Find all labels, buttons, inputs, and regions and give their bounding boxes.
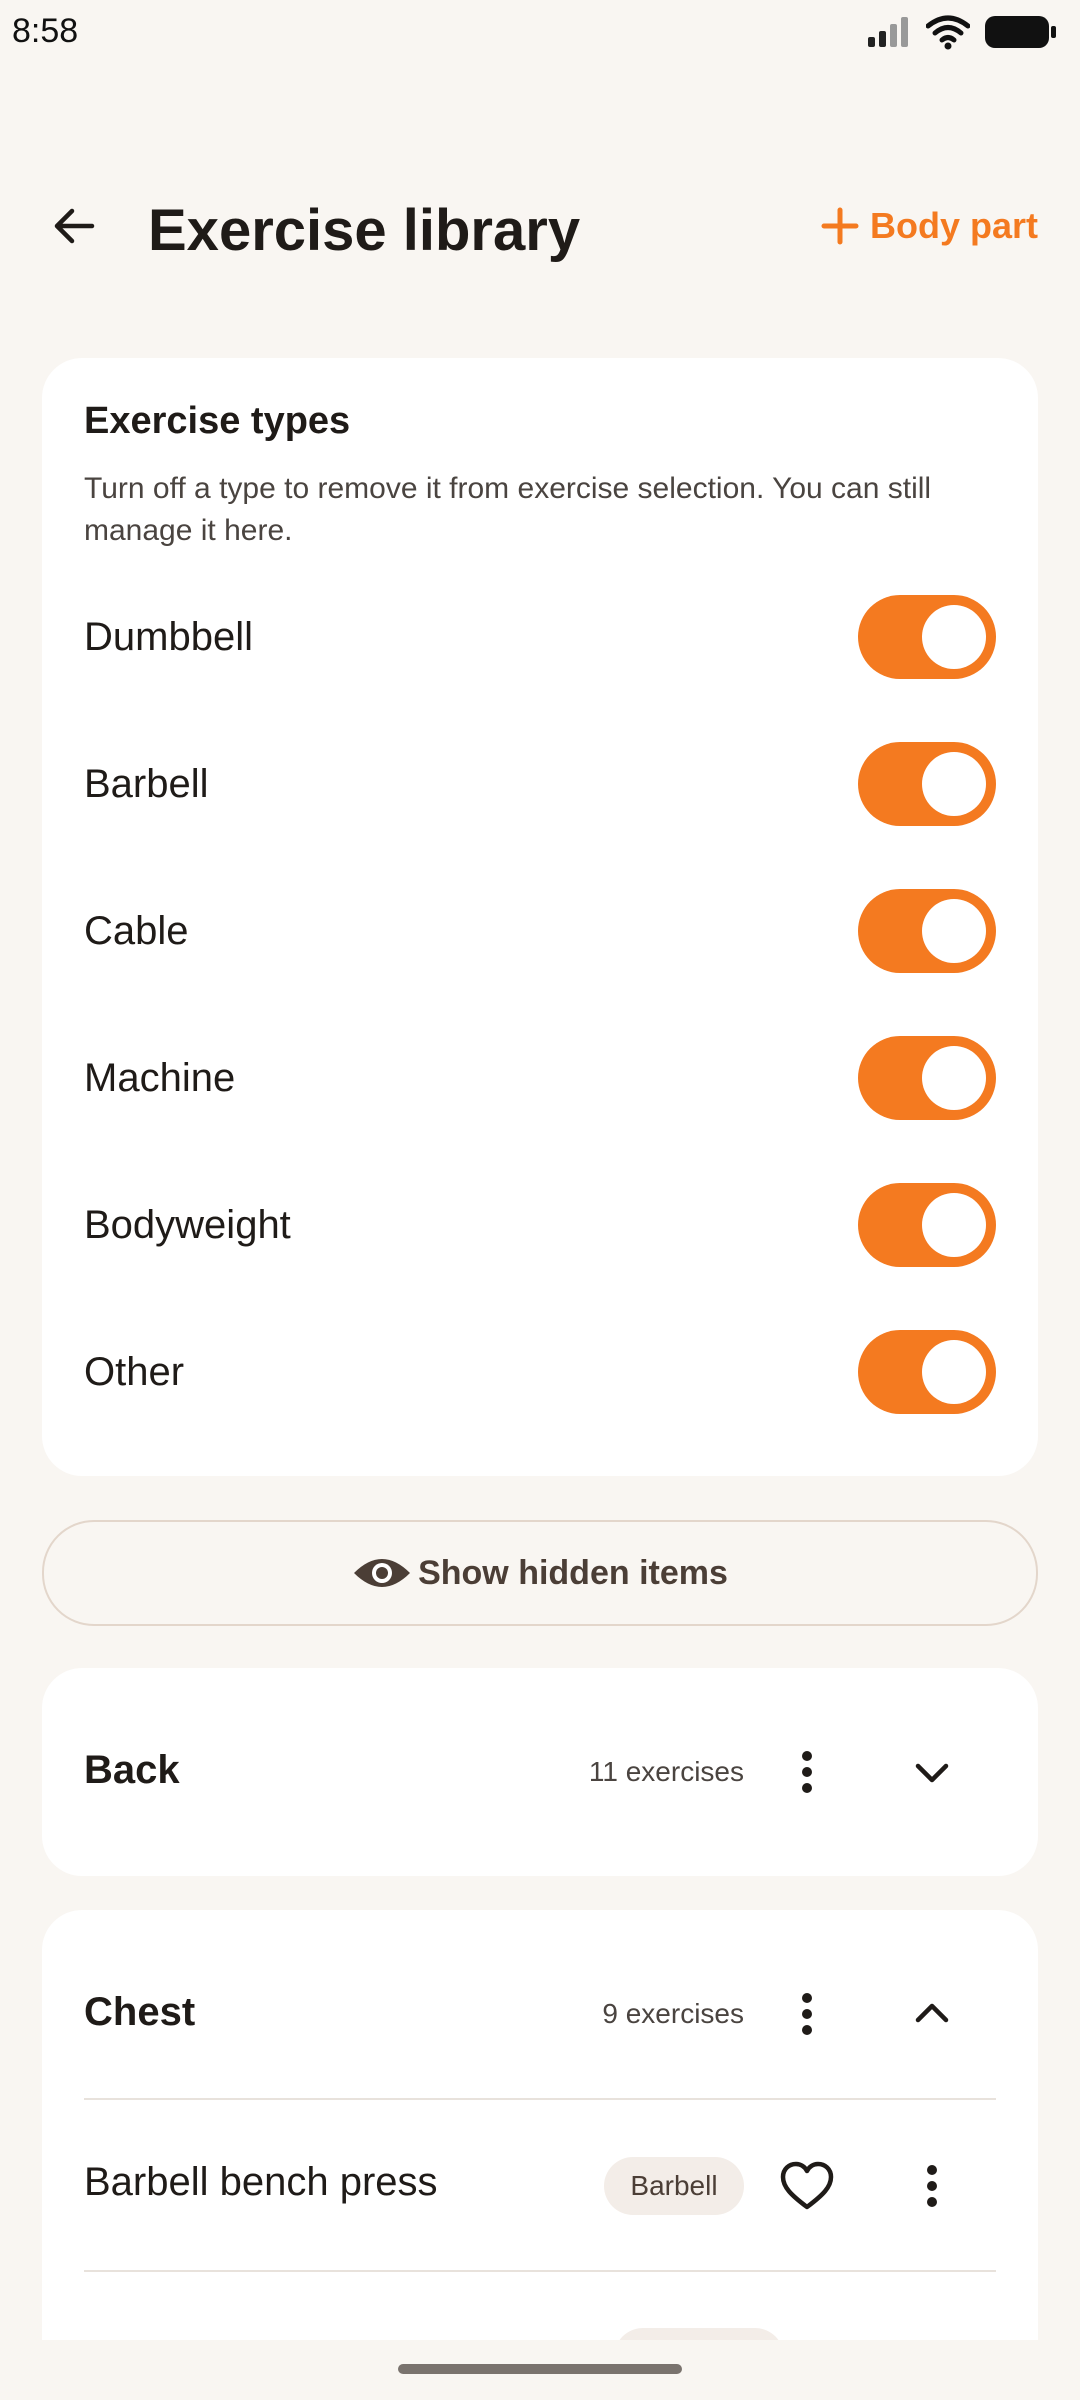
battery-icon — [985, 16, 1056, 48]
toggle-knob — [922, 752, 986, 816]
show-hidden-items-label: Show hidden items — [418, 1553, 728, 1592]
type-toggle-bodyweight[interactable] — [858, 1183, 996, 1267]
type-row-barbell: Barbell — [84, 742, 996, 826]
chevron-down-icon — [915, 1763, 949, 1783]
type-toggle-other[interactable] — [858, 1330, 996, 1414]
status-time: 8:58 — [12, 12, 79, 50]
status-icons — [866, 14, 1058, 50]
type-row-machine: Machine — [84, 1036, 996, 1120]
type-toggle-barbell[interactable] — [858, 742, 996, 826]
type-row-dumbbell: Dumbbell — [84, 595, 996, 679]
group-count: 11 exercises — [588, 1756, 744, 1787]
group-more-button[interactable] — [775, 1982, 839, 2046]
exercise-type-chip: Barbell — [604, 2157, 744, 2215]
toggle-knob — [922, 1193, 986, 1257]
wifi-icon — [926, 15, 970, 50]
back-button[interactable] — [44, 196, 104, 256]
more-vertical-icon — [802, 1993, 812, 2035]
exercise-name[interactable]: Barbell bench press — [84, 2160, 438, 2205]
add-body-part-label: Body part — [869, 205, 1038, 246]
signal-icon — [868, 17, 908, 47]
toggle-knob — [922, 1046, 986, 1110]
eye-icon — [354, 1559, 411, 1587]
type-toggle-machine[interactable] — [858, 1036, 996, 1120]
show-hidden-items-button[interactable]: Show hidden items — [42, 1520, 1038, 1626]
exercise-types-description: Turn off a type to remove it from exerci… — [84, 472, 932, 547]
type-row-bodyweight: Bodyweight — [84, 1183, 996, 1267]
group-count: 9 exercises — [602, 1998, 744, 2029]
type-toggle-dumbbell[interactable] — [858, 595, 996, 679]
group-collapse-button[interactable] — [900, 1982, 964, 2046]
exercise-types-card: Exercise types Turn off a type to remove… — [42, 358, 1038, 1476]
toggle-knob — [922, 899, 986, 963]
type-label: Cable — [84, 908, 189, 953]
type-label: Dumbbell — [84, 614, 253, 659]
type-toggle-cable[interactable] — [858, 889, 996, 973]
group-card-chest: Chest 9 exercises Barbell bench press Ba… — [42, 1910, 1038, 2386]
plus-icon — [821, 207, 859, 245]
toggle-knob — [922, 1340, 986, 1404]
group-expand-button[interactable] — [900, 1740, 964, 1804]
more-vertical-icon — [802, 1751, 812, 1793]
type-row-other: Other — [84, 1330, 996, 1414]
group-card-back[interactable]: Back 11 exercises — [42, 1668, 1038, 1876]
toggle-knob — [922, 605, 986, 669]
type-label: Bodyweight — [84, 1202, 291, 1247]
type-label: Other — [84, 1349, 185, 1394]
arrow-left-icon — [54, 208, 95, 244]
exercise-more-button[interactable] — [900, 2154, 964, 2218]
add-body-part-button[interactable]: Body part — [820, 205, 1038, 247]
group-title: Back — [84, 1748, 180, 1792]
more-vertical-icon — [927, 2165, 937, 2207]
type-label: Machine — [84, 1055, 236, 1100]
exercise-types-title: Exercise types — [84, 400, 351, 442]
type-label: Barbell — [84, 761, 209, 806]
group-title: Chest — [84, 1990, 196, 2034]
heart-icon — [780, 2161, 834, 2210]
divider — [84, 2098, 996, 2100]
type-row-cable: Cable — [84, 889, 996, 973]
chevron-up-icon — [915, 2003, 949, 2023]
page-title: Exercise library — [148, 198, 581, 263]
divider — [84, 2270, 996, 2272]
group-more-button[interactable] — [775, 1740, 839, 1804]
home-indicator[interactable] — [398, 2364, 682, 2374]
favorite-button[interactable] — [775, 2154, 839, 2218]
